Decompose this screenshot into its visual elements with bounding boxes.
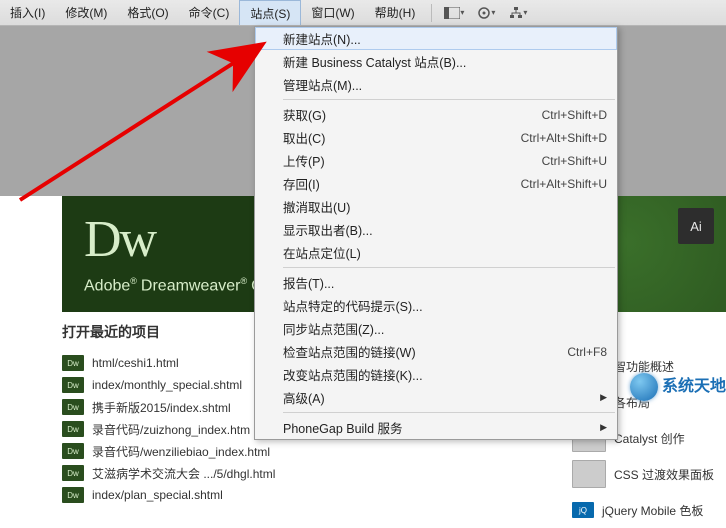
menu-manage-sites[interactable]: 管理站点(M)... xyxy=(255,73,617,96)
menu-change-links[interactable]: 改变站点范围的链接(K)... xyxy=(255,363,617,386)
site-menu-dropdown: 新建站点(N)... 新建 Business Catalyst 站点(B)...… xyxy=(254,26,618,440)
recent-item[interactable]: Dwindex/plan_special.shtml xyxy=(62,484,356,506)
dw-file-icon: Dw xyxy=(62,443,84,459)
menu-divider xyxy=(283,412,615,413)
menu-format[interactable]: 格式(O) xyxy=(117,0,178,25)
dw-file-icon: Dw xyxy=(62,377,84,393)
recent-item[interactable]: Dw录音代码/wenziliebiao_index.html xyxy=(62,440,356,462)
menu-site-code-hints[interactable]: 站点特定的代码提示(S)... xyxy=(255,294,617,317)
menu-phonegap[interactable]: PhoneGap Build 服务▶ xyxy=(255,416,617,439)
dw-file-icon: Dw xyxy=(62,355,84,371)
menu-show-checkedout[interactable]: 显示取出者(B)... xyxy=(255,218,617,241)
menubar-separator xyxy=(431,4,432,22)
layout-icon[interactable]: ▾ xyxy=(440,3,468,23)
menu-divider xyxy=(283,267,615,268)
menu-command[interactable]: 命令(C) xyxy=(179,0,240,25)
menu-help[interactable]: 帮助(H) xyxy=(365,0,426,25)
chevron-right-icon: ▶ xyxy=(600,392,607,403)
recent-item[interactable]: Dw艾滋病学术交流大会 .../5/dhgl.html xyxy=(62,462,356,484)
menu-window[interactable]: 窗口(W) xyxy=(301,0,364,25)
menu-reports[interactable]: 报告(T)... xyxy=(255,271,617,294)
dw-file-icon: Dw xyxy=(62,465,84,481)
menu-undo-checkout[interactable]: 撤消取出(U) xyxy=(255,195,617,218)
sitemap-icon[interactable]: ▾ xyxy=(504,3,532,23)
menubar: 插入(I) 修改(M) 格式(O) 命令(C) 站点(S) 窗口(W) 帮助(H… xyxy=(0,0,726,26)
menu-checkout[interactable]: 取出(C)Ctrl+Alt+Shift+D xyxy=(255,126,617,149)
menu-insert[interactable]: 插入(I) xyxy=(0,0,55,25)
menu-sync-sitewide[interactable]: 同步站点范围(Z)... xyxy=(255,317,617,340)
gear-icon[interactable]: ▾ xyxy=(472,3,500,23)
menu-divider xyxy=(283,99,615,100)
menu-locate-in-site[interactable]: 在站点定位(L) xyxy=(255,241,617,264)
menu-new-site[interactable]: 新建站点(N)... xyxy=(255,27,617,50)
learn-item[interactable]: CSS 过渡效果面板 xyxy=(572,456,726,492)
jquery-icon: jQ xyxy=(572,502,594,518)
learn-item[interactable]: jQjQuery Mobile 色板 xyxy=(572,492,726,528)
menu-advanced[interactable]: 高级(A)▶ xyxy=(255,386,617,409)
dw-logo: Dw xyxy=(84,210,155,269)
feature-icon xyxy=(572,460,606,488)
menu-site[interactable]: 站点(S) xyxy=(239,0,301,25)
menu-check-links[interactable]: 检查站点范围的链接(W)Ctrl+F8 xyxy=(255,340,617,363)
dw-file-icon: Dw xyxy=(62,421,84,437)
menu-new-bc-site[interactable]: 新建 Business Catalyst 站点(B)... xyxy=(255,50,617,73)
dw-file-icon: Dw xyxy=(62,399,84,415)
menu-modify[interactable]: 修改(M) xyxy=(55,0,117,25)
ai-badge-icon: Ai xyxy=(678,208,714,244)
menu-get[interactable]: 获取(G)Ctrl+Shift+D xyxy=(255,103,617,126)
menu-checkin[interactable]: 存回(I)Ctrl+Alt+Shift+U xyxy=(255,172,617,195)
menu-put[interactable]: 上传(P)Ctrl+Shift+U xyxy=(255,149,617,172)
chevron-right-icon: ▶ xyxy=(600,422,607,433)
product-title: Adobe® Dreamweaver® CS xyxy=(84,276,273,295)
